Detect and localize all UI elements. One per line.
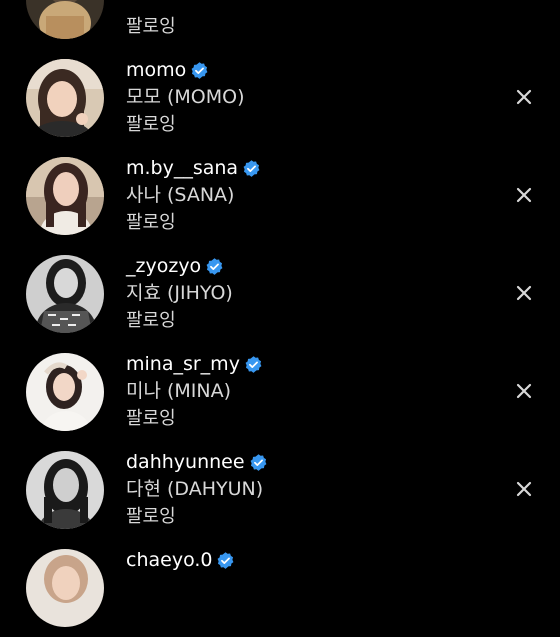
close-icon[interactable] [514,87,534,107]
avatar[interactable] [26,451,104,529]
verified-badge-icon [205,257,224,276]
full-name [126,574,235,601]
full-name: 다현 (DAHYUN) [126,478,264,500]
following-status: 팔로잉 [126,16,176,37]
following-list: 팔로잉 momo 모모 (MOMO) 팔로잉 m.by__sana 사나 (SA… [0,0,560,637]
list-item[interactable]: 팔로잉 [0,0,560,49]
username: m.by__sana [126,155,261,182]
list-item[interactable]: mina_sr_my 미나 (MINA) 팔로잉 [0,343,560,441]
following-status: 팔로잉 [126,408,176,429]
verified-badge-icon [216,551,235,570]
avatar[interactable] [26,59,104,137]
list-item[interactable]: m.by__sana 사나 (SANA) 팔로잉 [0,147,560,245]
close-icon[interactable] [514,479,534,499]
verified-badge-icon [242,159,261,178]
verified-badge-icon [190,61,209,80]
full-name: 지효 (JIHYO) [126,282,233,304]
avatar[interactable] [26,353,104,431]
following-status: 팔로잉 [126,114,176,135]
following-status: 팔로잉 [126,506,176,527]
username: momo [126,57,245,84]
list-item[interactable]: dahhyunnee 다현 (DAHYUN) 팔로잉 [0,441,560,539]
avatar[interactable] [26,549,104,627]
close-icon[interactable] [514,381,534,401]
full-name: 모모 (MOMO) [126,86,245,108]
following-status: 팔로잉 [126,212,176,233]
list-item[interactable]: chaeyo.0 [0,539,560,637]
avatar[interactable] [26,0,104,39]
full-name: 사나 (SANA) [126,184,235,206]
close-icon[interactable] [514,185,534,205]
list-item[interactable]: _zyozyo 지효 (JIHYO) 팔로잉 [0,245,560,343]
full-name [126,0,176,13]
following-status: 팔로잉 [126,310,176,331]
avatar[interactable] [26,255,104,333]
avatar[interactable] [26,157,104,235]
following-status [126,601,235,628]
full-name: 미나 (MINA) [126,380,232,402]
username: dahhyunnee [126,449,268,476]
verified-badge-icon [244,355,263,374]
username: chaeyo.0 [126,547,235,574]
username: mina_sr_my [126,351,263,378]
username: _zyozyo [126,253,233,280]
close-icon[interactable] [514,283,534,303]
list-item[interactable]: momo 모모 (MOMO) 팔로잉 [0,49,560,147]
verified-badge-icon [249,453,268,472]
